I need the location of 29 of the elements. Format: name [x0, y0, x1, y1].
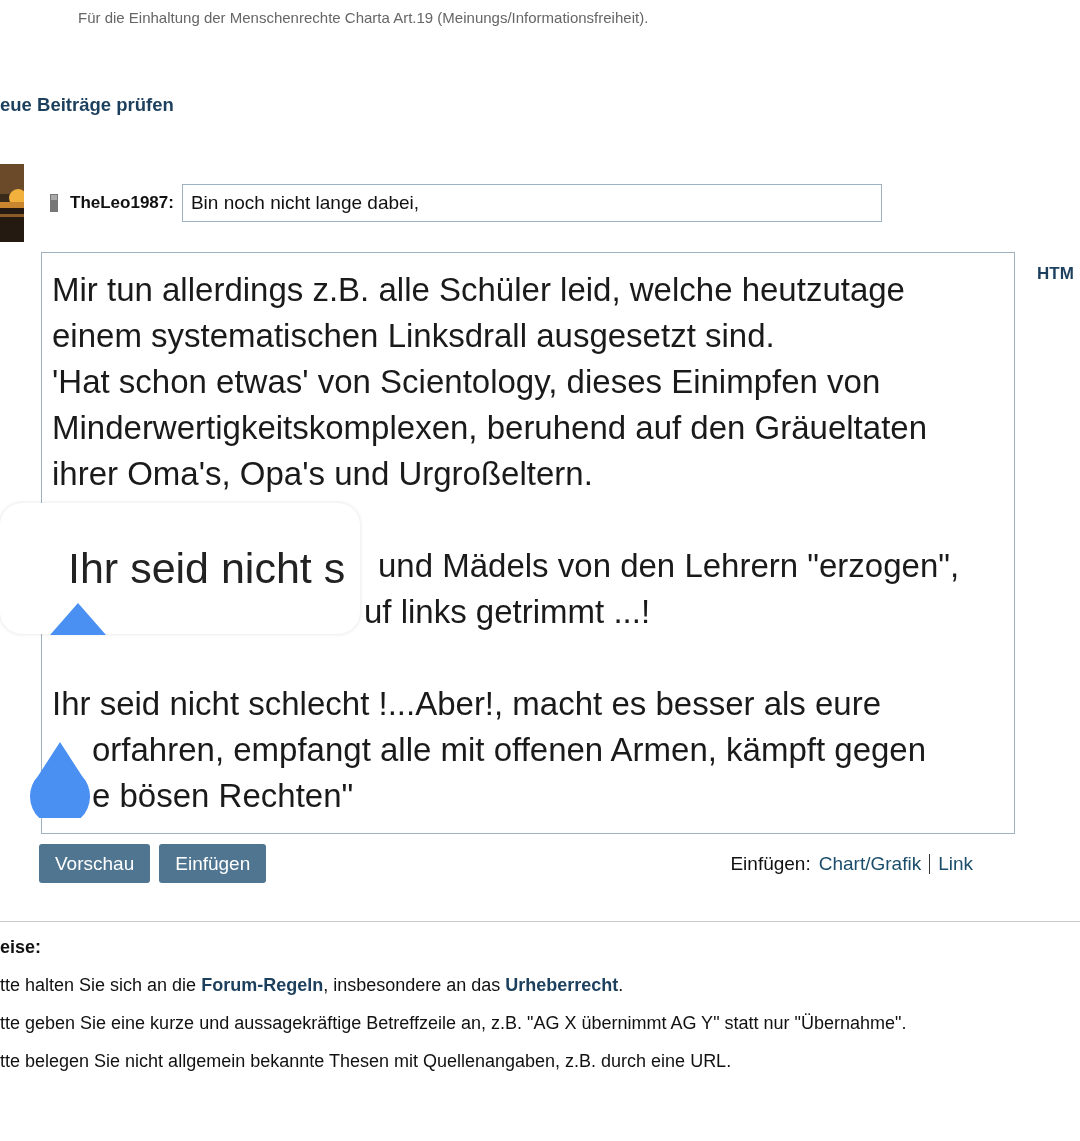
subject-field[interactable]: Bin noch nicht lange dabei, [181, 184, 882, 222]
form-button[interactable]: Einfügen [159, 844, 267, 883]
hint-text: tte halten Sie sich an die Forum-Regeln, insbesondere an das Urheberrecht. [0, 975, 624, 996]
notice-text: Für die Einhaltung der Menschenrechte Charta Art.19 (Meinungs/Informationsfreiheit). [77, 8, 650, 26]
text-line: einem systematischen Linksdrall ausgesetzt sind. [52, 317, 775, 354]
text-line: ihrer Oma's, Opa's und Urgroßeltern. [52, 455, 593, 492]
magnified-text: Ihr seid nicht s [68, 544, 346, 593]
text-line: e bösen Rechten" [92, 777, 354, 814]
text-line: und Mädels von den Lehrern "erzogen", [378, 547, 960, 584]
check-posts-link[interactable]: eue Beiträge prüfen [0, 94, 174, 116]
insert-link[interactable]: Chart/Grafik [818, 852, 922, 875]
form-button[interactable]: Vorschau [39, 844, 151, 883]
text-line: Ihr seid nicht schlecht !...Aber!, macht es besser als eure [52, 685, 882, 722]
selection-handle-icon[interactable] [50, 603, 106, 635]
insert-link[interactable]: Link [938, 852, 973, 875]
hints-title: eise: [0, 937, 42, 958]
hint-text: tte belegen Sie nicht allgemein bekannte Thesen mit Quellenangaben, z.B. durch eine URL. [0, 1051, 732, 1072]
text-line: orfahren, empfangt alle mit offenen Armen, kämpft gegen [92, 731, 927, 768]
html-tab[interactable]: HTM [1037, 264, 1074, 284]
text-line: Minderwertigkeitskomplexen, beruhend auf den Gräueltaten [52, 409, 927, 446]
username: TheLeo1987: [70, 193, 174, 213]
text-line: uf links getrimmt ...! [364, 593, 651, 630]
text-line: 'Hat schon etwas' von Scientology, dieses Einimpfen von [52, 363, 881, 400]
cursor-handle-icon[interactable] [30, 742, 90, 818]
hint-text: tte geben Sie eine kurze und aussagekräftige Betreffzeile an, z.B. "AG X übernimmt AG Y" statt nur "Übernahme". [0, 1013, 907, 1034]
message-textarea[interactable] [41, 252, 1015, 834]
phone-icon [50, 194, 58, 212]
insert-label: Einfügen: [730, 852, 811, 875]
text-line: Mir tun allerdings z.B. alle Schüler leid, welche heutzutage [52, 271, 905, 308]
